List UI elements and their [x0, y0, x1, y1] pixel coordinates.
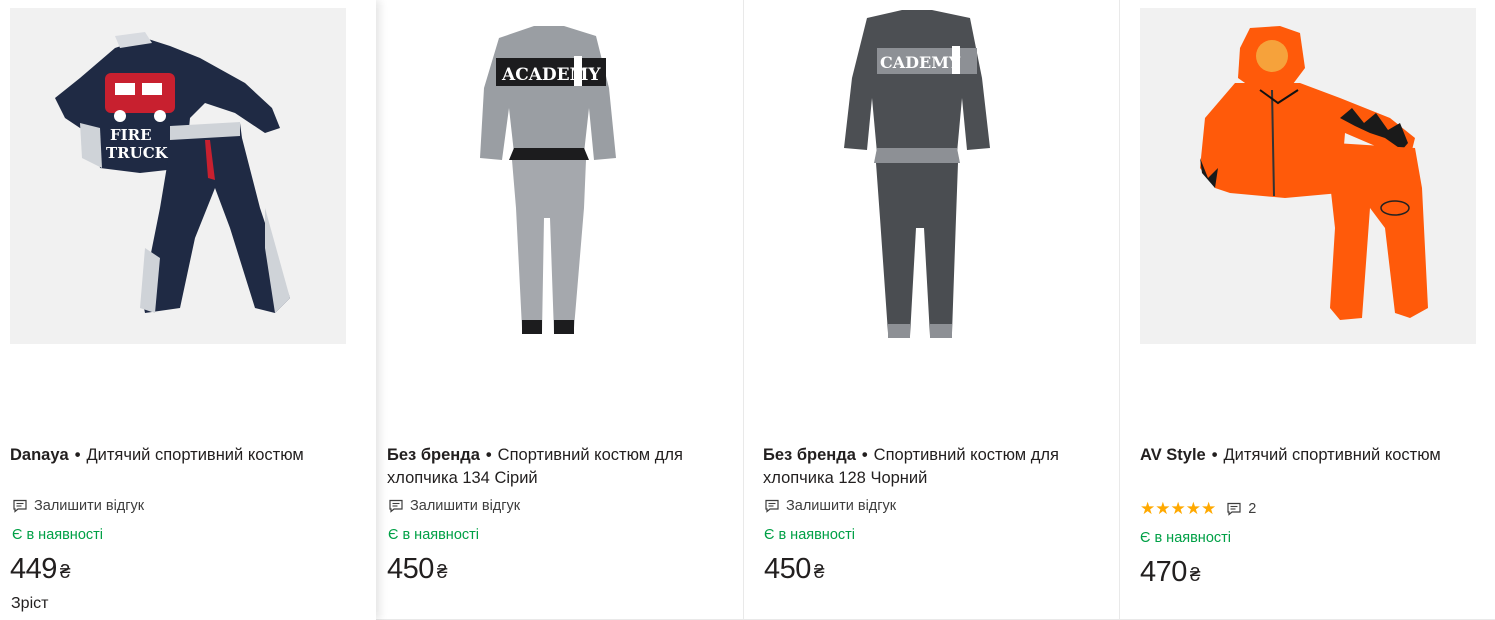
- tracksuit-image: FIRE TRUCK: [10, 8, 346, 344]
- leave-review-link[interactable]: Залишити відгук: [12, 498, 144, 514]
- product-title[interactable]: AV Style • Дитячий спортивний костюм: [1140, 444, 1470, 467]
- svg-text:FIRE: FIRE: [110, 126, 152, 144]
- product-image-link[interactable]: CADEMY: [752, 8, 1088, 344]
- leave-review-link[interactable]: Залишити відгук: [764, 498, 896, 514]
- product-card[interactable]: AV Style • Дитячий спортивний костюм ★★★★★…: [1120, 0, 1495, 620]
- rating-stars: ★★★★★: [1140, 500, 1216, 518]
- stock-status: Є в наявності: [1140, 530, 1231, 546]
- svg-text:ACADEMY: ACADEMY: [501, 65, 601, 85]
- svg-text:TRUCK: TRUCK: [106, 144, 169, 162]
- svg-text:CADEMY: CADEMY: [880, 53, 961, 72]
- rating-row[interactable]: ★★★★★ 2: [1140, 500, 1256, 518]
- product-title[interactable]: Без бренда • Спортивний костюм для хлопчик…: [763, 444, 1093, 490]
- product-price: 450 ₴: [764, 553, 824, 585]
- tracksuit-image: ACADEMY: [384, 8, 720, 344]
- product-title[interactable]: Danaya • Дитячий спортивний костюм: [10, 444, 340, 467]
- stock-status: Є в наявності: [12, 527, 103, 543]
- tracksuit-image: [1140, 8, 1476, 344]
- product-grid: FIRE TRUCK Danaya • Дитячий спортивний кос…: [0, 0, 1495, 620]
- size-label: Зріст: [11, 595, 49, 612]
- product-card[interactable]: FIRE TRUCK Danaya • Дитячий спортивний кос…: [0, 0, 376, 620]
- comment-icon: [13, 499, 27, 513]
- product-price: 449 ₴: [10, 553, 70, 585]
- product-image-link[interactable]: [1140, 8, 1476, 344]
- leave-review-link[interactable]: Залишити відгук: [388, 498, 520, 514]
- product-title[interactable]: Без бренда • Спортивний костюм для хлопчик…: [387, 444, 717, 490]
- product-price: 470 ₴: [1140, 556, 1200, 588]
- comment-icon: [389, 499, 403, 513]
- product-price: 450 ₴: [387, 553, 447, 585]
- stock-status: Є в наявності: [764, 527, 855, 543]
- comment-icon: [1227, 502, 1241, 516]
- product-image-link[interactable]: FIRE TRUCK: [10, 8, 346, 344]
- product-card[interactable]: ACADEMY Без бренда • Спортивний костюм для…: [376, 0, 744, 620]
- reviews-count[interactable]: 2: [1226, 501, 1256, 517]
- product-card[interactable]: CADEMY Без бренда • Спортивний костюм для …: [744, 0, 1120, 620]
- stock-status: Є в наявності: [388, 527, 479, 543]
- comment-icon: [765, 499, 779, 513]
- product-image-link[interactable]: ACADEMY: [384, 8, 720, 344]
- tracksuit-image: CADEMY: [752, 8, 1088, 344]
- star-icon: ★★★★★: [1140, 499, 1217, 518]
